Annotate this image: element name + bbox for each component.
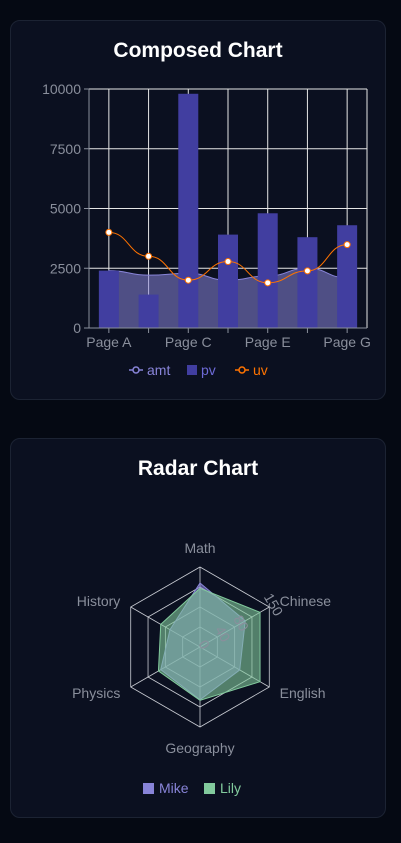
legend-swatch-uv (238, 366, 246, 374)
y-tick-label: 7500 (50, 141, 81, 157)
legend-swatch-lily (204, 783, 215, 794)
radar-axis-label: Physics (72, 685, 120, 701)
y-tick-label: 10000 (42, 81, 81, 97)
legend-label-uv: uv (253, 362, 268, 378)
x-tick-label: Page G (323, 334, 370, 350)
x-tick-label: Page A (86, 334, 132, 350)
legend-swatch-mike (143, 783, 154, 794)
y-tick-label: 2500 (50, 260, 81, 276)
legend-label-amt: amt (147, 362, 170, 378)
radar-axis-label: Chinese (280, 593, 332, 609)
y-tick-label: 0 (73, 320, 81, 336)
legend-label-pv: pv (201, 362, 216, 378)
x-tick-label: Page E (245, 334, 291, 350)
composed-chart-svg: 0 2500 5000 7500 10000 Page A Page C Page E Page… (42, 81, 371, 378)
point-uv (105, 228, 113, 236)
radar-axis-label: English (280, 685, 326, 701)
bar-pv (257, 213, 278, 328)
bar-pv (337, 225, 358, 328)
radar-axis-label: Geography (165, 740, 234, 756)
point-uv (343, 241, 351, 249)
bar-pv (138, 294, 159, 328)
point-uv (184, 276, 192, 284)
legend-label-lily: Lily (220, 780, 241, 796)
legend-swatch-pv (187, 365, 197, 375)
composed-chart-card: Composed Chart 0 2500 5000 7500 10000 Page AP… (10, 20, 386, 400)
x-tick-label: Page C (165, 334, 212, 350)
bar-pv (178, 93, 199, 328)
bar-pv (297, 237, 318, 328)
point-uv (224, 258, 232, 266)
radar-axis-label: History (77, 593, 121, 609)
radar-chart-card: Radar Chart Math Chinese English Geography P… (10, 438, 386, 818)
radar-axis-label: Math (184, 540, 215, 556)
bar-pv (218, 234, 238, 328)
point-uv (264, 279, 272, 287)
bar-pv (98, 270, 119, 328)
y-tick-label: 5000 (50, 201, 81, 217)
legend-label-mike: Mike (159, 780, 189, 796)
legend-swatch-amt (132, 366, 140, 374)
radar-chart-svg: Math Chinese English Geography Physics Histor… (72, 540, 332, 796)
point-uv (145, 252, 153, 260)
point-uv (303, 267, 311, 275)
